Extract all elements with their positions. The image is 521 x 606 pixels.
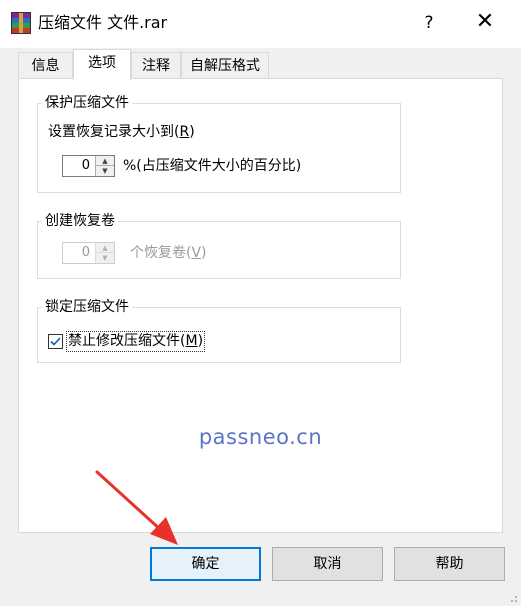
question-mark-icon[interactable]: ? xyxy=(417,11,441,35)
resize-grip-icon[interactable] xyxy=(505,590,519,604)
group-title: 锁定压缩文件 xyxy=(42,297,132,317)
group-title: 创建恢复卷 xyxy=(42,211,118,231)
lock-archive-checkbox[interactable] xyxy=(48,334,63,349)
window-title: 压缩文件 文件.rar xyxy=(38,13,168,32)
checkmark-icon xyxy=(50,337,61,346)
close-icon[interactable]: ✕ xyxy=(472,9,498,35)
tab-comment[interactable]: 注释 xyxy=(131,52,181,78)
ok-button[interactable]: 确定 xyxy=(150,547,261,581)
group-title: 保护压缩文件 xyxy=(42,93,132,113)
tab-sfx[interactable]: 自解压格式 xyxy=(181,52,269,78)
winrar-icon xyxy=(11,12,31,34)
spin-down-arrow-icon[interactable]: ▼ xyxy=(95,166,114,176)
tab-options[interactable]: 选项 xyxy=(73,49,131,80)
spin-up-arrow-icon[interactable]: ▲ xyxy=(95,156,114,166)
percent-label: %(占压缩文件大小的百分比) xyxy=(123,158,302,174)
recovery-record-label: 设置恢复记录大小到(R) xyxy=(48,124,195,140)
protect-archive-group: 保护压缩文件 xyxy=(37,93,401,193)
cancel-button[interactable]: 取消 xyxy=(272,547,383,581)
spinner-value: 0 xyxy=(81,245,90,260)
recovery-record-spinner[interactable]: 0 ▲ ▼ xyxy=(62,155,115,177)
spin-down-arrow-icon: ▼ xyxy=(95,253,114,263)
spin-up-arrow-icon: ▲ xyxy=(95,243,114,253)
spinner-value[interactable]: 0 xyxy=(63,156,93,176)
recovery-volume-spinner: 0 ▲ ▼ xyxy=(62,242,115,264)
recovery-volume-label: 个恢复卷(V) xyxy=(130,245,207,261)
lock-archive-checkbox-label[interactable]: 禁止修改压缩文件(M) xyxy=(66,331,206,352)
watermark-text: passneo.cn xyxy=(198,425,323,449)
tab-info[interactable]: 信息 xyxy=(18,52,73,78)
help-button[interactable]: 帮助 xyxy=(394,547,505,581)
